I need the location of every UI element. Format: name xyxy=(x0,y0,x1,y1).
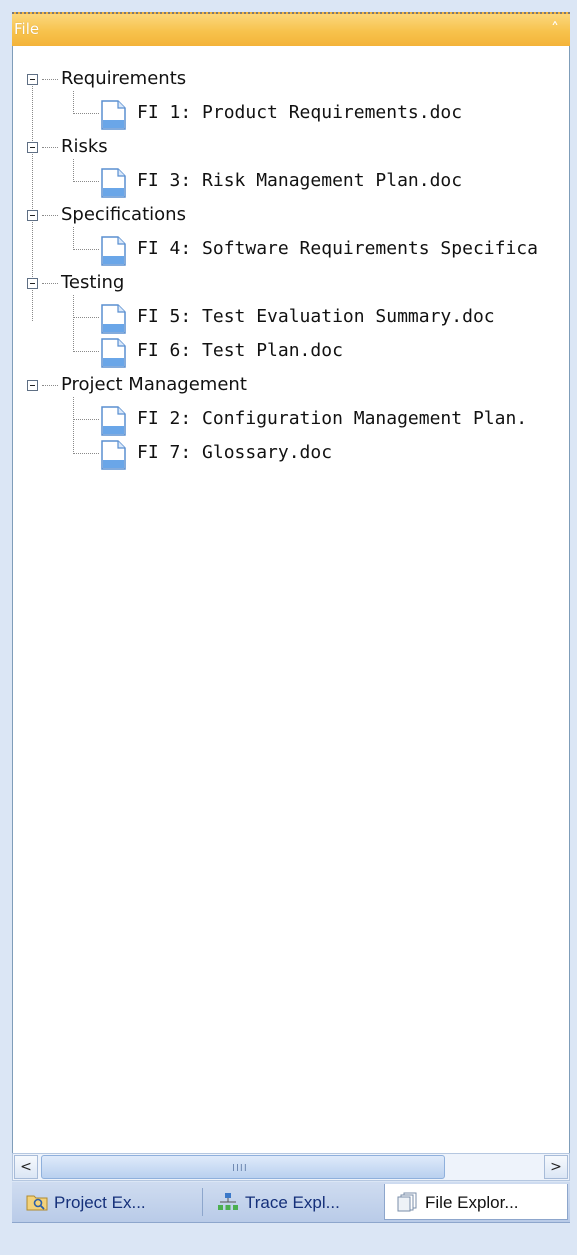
horizontal-scrollbar[interactable]: < IIII > xyxy=(12,1153,570,1181)
collapse-toggle-icon[interactable] xyxy=(27,142,38,153)
tree-connector xyxy=(42,283,58,284)
file-label[interactable]: FI 4: Software Requirements Specifica xyxy=(137,238,538,259)
tree-connector xyxy=(73,181,99,182)
tree-connector xyxy=(73,317,99,318)
tree-connector xyxy=(42,215,58,216)
file-tree: Requirements FI 1: Product Requirements.… xyxy=(27,64,567,472)
document-icon xyxy=(101,304,126,334)
tab-label: Trace Expl... xyxy=(245,1193,340,1212)
thumb-grip: IIII xyxy=(232,1163,248,1174)
tree-connector xyxy=(42,385,58,386)
collapse-toggle-icon[interactable] xyxy=(27,380,38,391)
file-explorer-icon xyxy=(397,1192,417,1212)
double-chevron-up-icon[interactable]: ˄ xyxy=(546,19,564,39)
tree-file-item[interactable]: FI 6: Test Plan.doc xyxy=(27,336,567,370)
tree-file-item[interactable]: FI 4: Software Requirements Specifica xyxy=(27,234,567,268)
document-icon xyxy=(101,440,126,470)
collapse-toggle-icon[interactable] xyxy=(27,278,38,289)
tab-file-explorer[interactable]: File Explor... xyxy=(384,1184,568,1220)
tree-group-label[interactable]: Specifications xyxy=(61,204,186,225)
document-icon xyxy=(101,100,126,130)
panel-header: File ˄ xyxy=(12,12,570,46)
file-label[interactable]: FI 5: Test Evaluation Summary.doc xyxy=(137,306,495,327)
scroll-left-button[interactable]: < xyxy=(14,1155,38,1179)
tab-separator xyxy=(202,1188,203,1216)
tree-connector xyxy=(42,79,58,80)
file-label[interactable]: FI 6: Test Plan.doc xyxy=(137,340,343,361)
tree-group-label[interactable]: Requirements xyxy=(61,68,186,89)
collapse-toggle-icon[interactable] xyxy=(27,210,38,221)
tree-connector xyxy=(42,147,58,148)
file-explorer-panel: File ˄ Requirements FI 1: Product Requir… xyxy=(0,0,577,1255)
tree-group-specifications[interactable]: Specifications xyxy=(27,200,567,234)
scroll-right-button[interactable]: > xyxy=(544,1155,568,1179)
tree-group-label[interactable]: Risks xyxy=(61,136,108,157)
tree-connector xyxy=(73,419,99,420)
tree-connector xyxy=(73,351,99,352)
tree-file-item[interactable]: FI 3: Risk Management Plan.doc xyxy=(27,166,567,200)
tree-file-item[interactable]: FI 5: Test Evaluation Summary.doc xyxy=(27,302,567,336)
tree-file-item[interactable]: FI 7: Glossary.doc xyxy=(27,438,567,472)
tree-group-risks[interactable]: Risks xyxy=(27,132,567,166)
collapse-toggle-icon[interactable] xyxy=(27,74,38,85)
trace-explorer-icon xyxy=(218,1193,238,1210)
document-icon xyxy=(101,406,126,436)
tree-group-testing[interactable]: Testing xyxy=(27,268,567,302)
file-label[interactable]: FI 2: Configuration Management Plan. xyxy=(137,408,527,429)
file-label[interactable]: FI 3: Risk Management Plan.doc xyxy=(137,170,462,191)
file-label[interactable]: FI 1: Product Requirements.doc xyxy=(137,102,462,123)
panel-title: File xyxy=(14,20,40,38)
project-explorer-icon xyxy=(26,1195,48,1211)
explorer-tab-bar: Project Ex... Trace Expl... File Explor.… xyxy=(12,1182,570,1223)
tree-group-requirements[interactable]: Requirements xyxy=(27,64,567,98)
document-icon xyxy=(101,236,126,266)
document-icon xyxy=(101,168,126,198)
tree-connector xyxy=(73,249,99,250)
tab-trace-explorer[interactable]: Trace Expl... xyxy=(205,1184,381,1220)
document-icon xyxy=(101,338,126,368)
scroll-thumb[interactable]: IIII xyxy=(41,1155,445,1179)
file-label[interactable]: FI 7: Glossary.doc xyxy=(137,442,332,463)
tab-label: File Explor... xyxy=(425,1193,519,1212)
tree-view: Requirements FI 1: Product Requirements.… xyxy=(12,46,570,1153)
tab-project-explorer[interactable]: Project Ex... xyxy=(14,1184,199,1220)
tree-file-item[interactable]: FI 1: Product Requirements.doc xyxy=(27,98,567,132)
tree-file-item[interactable]: FI 2: Configuration Management Plan. xyxy=(27,404,567,438)
tree-connector xyxy=(73,113,99,114)
tree-connector xyxy=(73,453,99,454)
tab-label: Project Ex... xyxy=(54,1193,146,1212)
tree-group-project-management[interactable]: Project Management xyxy=(27,370,567,404)
tree-group-label[interactable]: Project Management xyxy=(61,374,247,395)
tree-group-label[interactable]: Testing xyxy=(61,272,124,293)
